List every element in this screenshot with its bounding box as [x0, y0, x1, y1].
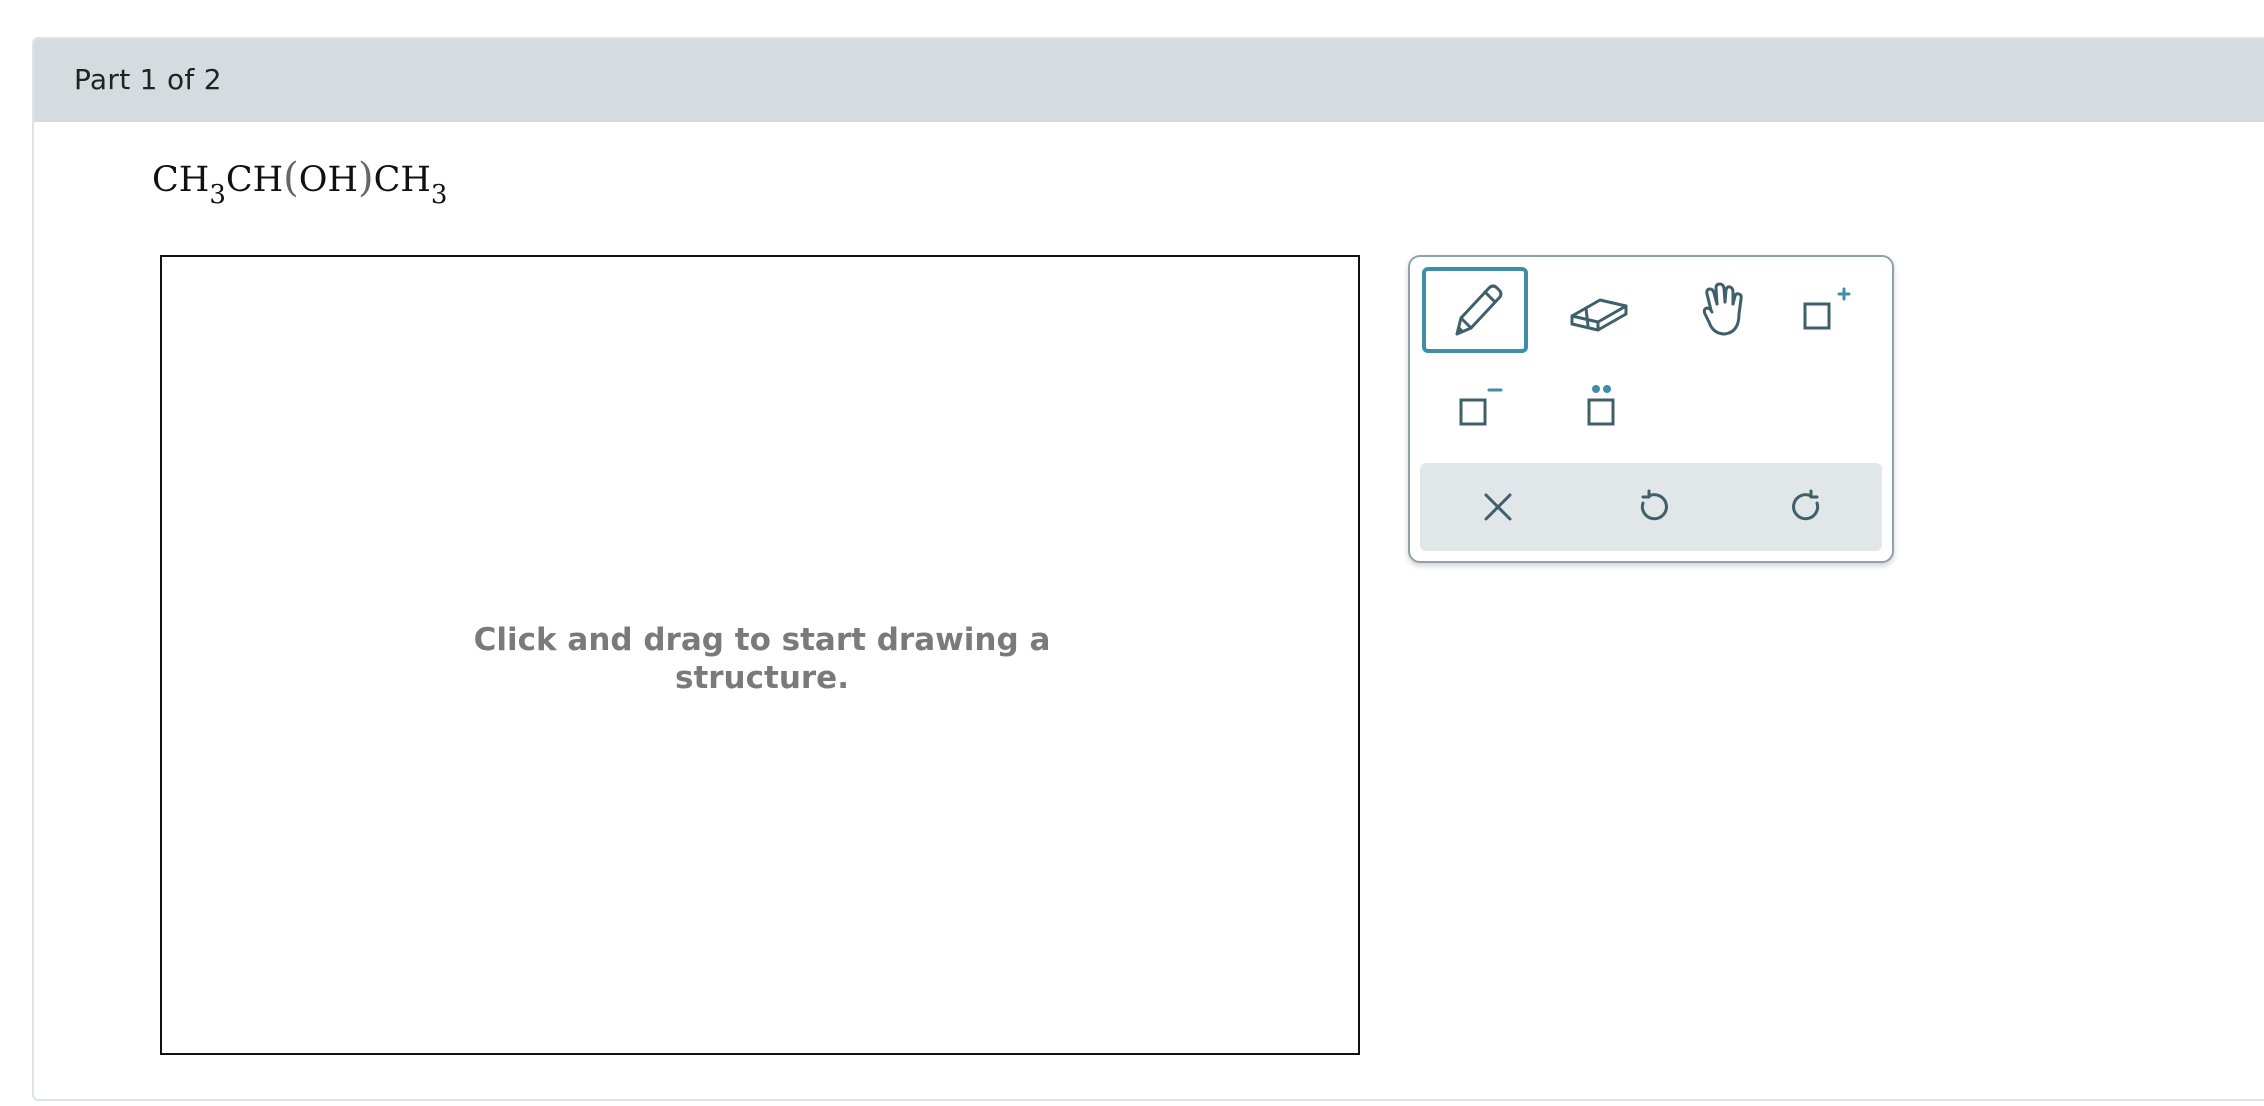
- part-header: Part 1 of 2: [34, 39, 2264, 122]
- clear-icon: [1484, 493, 1512, 521]
- part-title: Part 1 of 2: [74, 63, 222, 96]
- eraser-tool-button[interactable]: [1546, 267, 1652, 353]
- formula-subscript: 3: [430, 180, 448, 210]
- formula-paren: ): [358, 155, 374, 201]
- pencil-icon: [1455, 284, 1503, 336]
- lone-pair-icon: [1587, 385, 1615, 426]
- add-lone-pair-button[interactable]: [1546, 363, 1652, 449]
- positive-charge-icon: [1803, 287, 1851, 330]
- formula-subscript: 3: [209, 180, 226, 210]
- hand-icon: [1702, 282, 1743, 336]
- add-positive-charge-button[interactable]: [1772, 267, 1878, 353]
- redo-button[interactable]: [1777, 477, 1837, 537]
- formula-text: OH: [298, 160, 358, 200]
- redo-icon: [1792, 489, 1820, 521]
- eraser-icon: [1570, 298, 1628, 332]
- formula-text: CH: [152, 160, 210, 200]
- action-bar: [1420, 463, 1882, 551]
- formula-paren: (: [283, 155, 299, 201]
- formula-text: CH: [373, 160, 431, 200]
- formula: CH3CH(OH)CH3: [152, 155, 447, 210]
- undo-icon: [1640, 489, 1668, 521]
- add-negative-charge-button[interactable]: [1422, 363, 1528, 449]
- formula-text: CH: [225, 160, 284, 200]
- pencil-tool-button[interactable]: [1422, 267, 1528, 353]
- negative-charge-icon: [1459, 388, 1503, 426]
- toolbox: [1408, 255, 1894, 563]
- undo-button[interactable]: [1623, 477, 1683, 537]
- clear-button[interactable]: [1468, 477, 1528, 537]
- drawing-canvas[interactable]: Click and drag to start drawing a struct…: [160, 255, 1360, 1055]
- canvas-hint: Click and drag to start drawing a struct…: [473, 622, 1051, 696]
- hand-tool-button[interactable]: [1672, 267, 1778, 353]
